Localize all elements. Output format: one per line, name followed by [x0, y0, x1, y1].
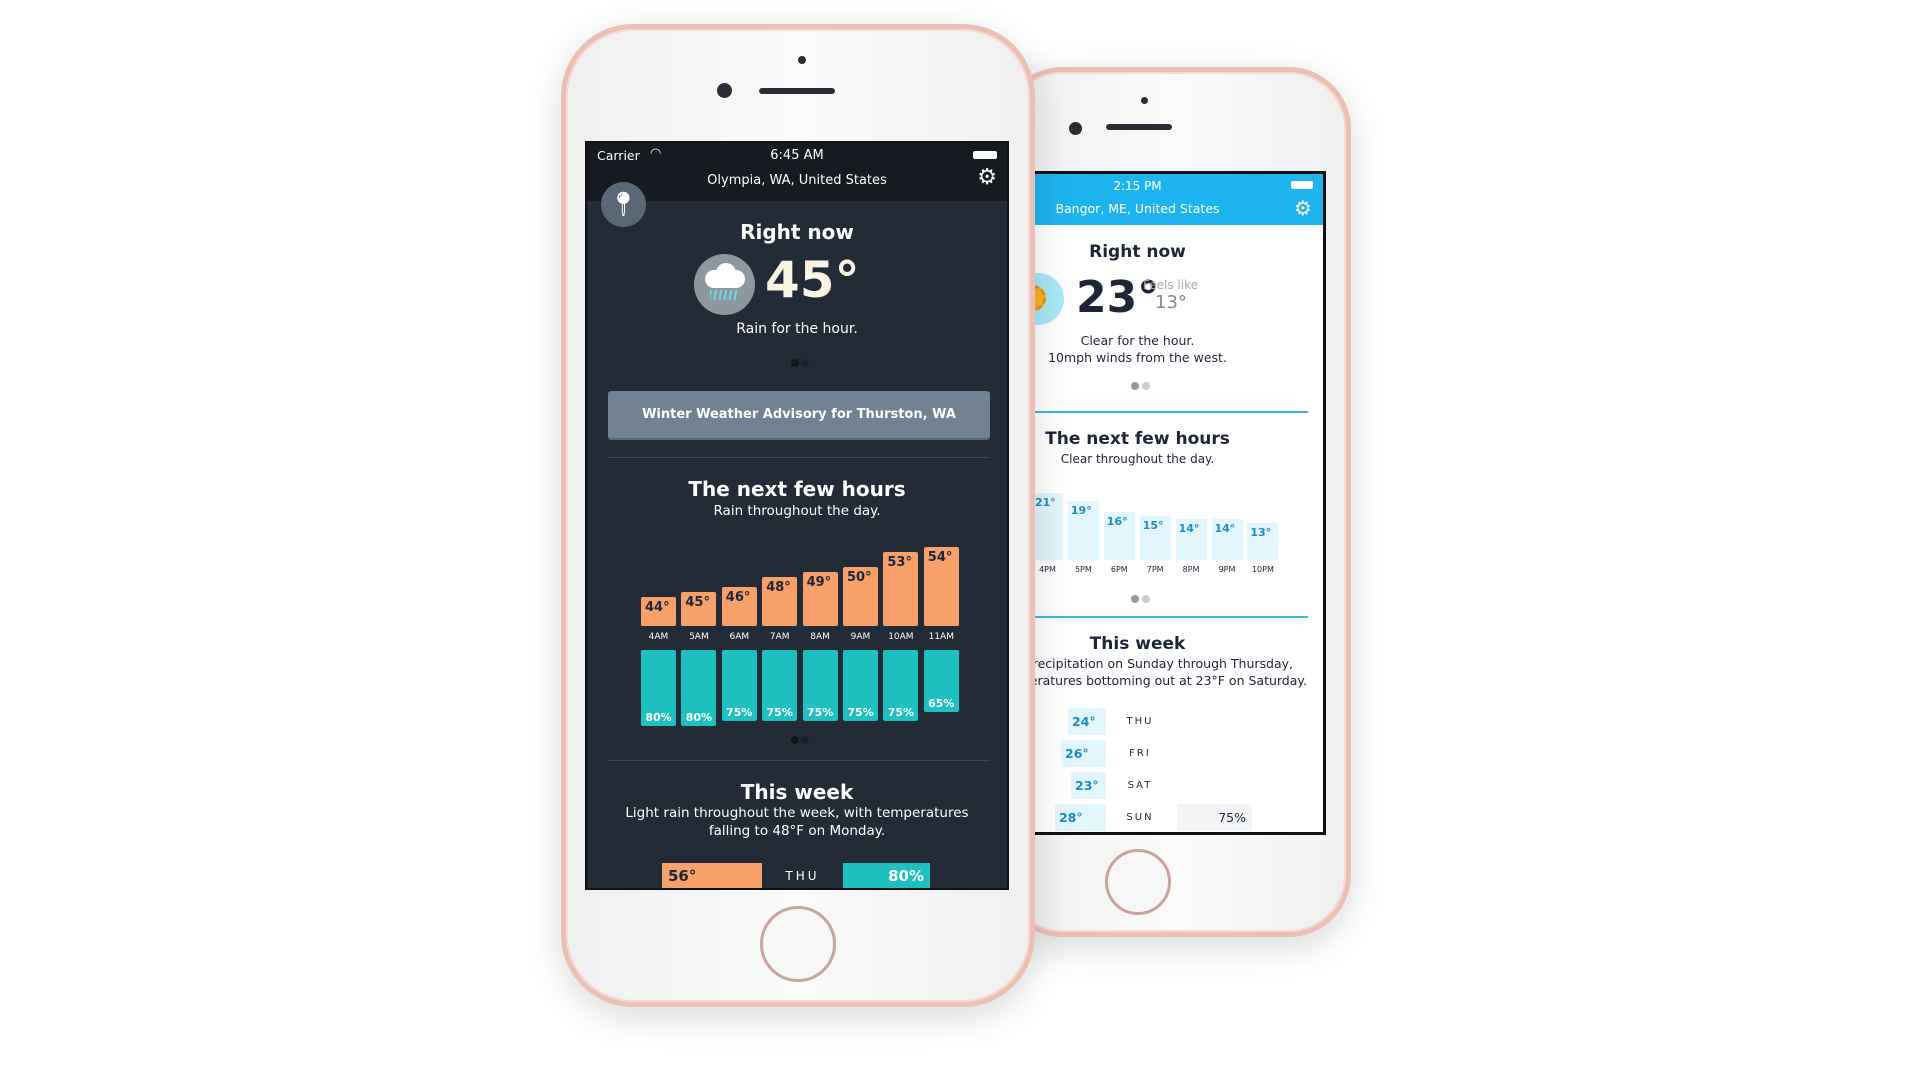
precip-bar: 80% [641, 650, 676, 726]
week-day-label: SAT [1127, 780, 1153, 791]
precip-bar: 80% [681, 650, 717, 726]
week-precip-bar: 80% [843, 863, 930, 888]
week-day-label: THU [1126, 716, 1154, 727]
hourly-chart: 44° 4AM 80% 45° 5AM 80% 46° 6AM 75% 48° 7AM 75% 49° 8… [587, 143, 1007, 888]
divider [608, 760, 990, 761]
temp-bar: 46° [721, 587, 757, 626]
sensor [798, 56, 806, 64]
temp-bar: 49° [802, 572, 838, 626]
front-camera [1069, 122, 1082, 135]
week-day-label: SUN [1126, 812, 1154, 823]
hour-label: 8AM [810, 632, 830, 642]
precip-bar: 75% [843, 650, 878, 722]
precip-bar: 75% [762, 650, 798, 722]
hour-label: 5AM [689, 632, 709, 642]
week-day-label: THU [785, 869, 820, 883]
week-summary-1: Light rain throughout the week, with tem… [625, 805, 969, 821]
home-button[interactable] [1105, 849, 1171, 915]
temp-bar: 45° [681, 592, 717, 626]
precip-bar: 65% [923, 650, 959, 712]
sensor [1141, 97, 1148, 104]
week-day-label: FRI [1129, 748, 1151, 759]
page-dot-active[interactable] [791, 736, 799, 744]
front-camera [717, 83, 732, 98]
week-temp-bar: 23° [1071, 772, 1106, 799]
week-temp-bar: 28° [1055, 804, 1106, 831]
precip-bar: 75% [802, 650, 838, 722]
week-temp-bar: 26° [1061, 740, 1106, 767]
front-screen: Carrier ◠ 6:45 AM Olympia, WA, United St… [585, 141, 1009, 890]
hour-label: 7AM [769, 632, 790, 642]
home-button[interactable] [760, 906, 836, 982]
precip-bar: 75% [721, 650, 757, 722]
hour-label: 11AM [928, 632, 954, 642]
hour-label: 6AM [729, 632, 750, 642]
week-temp-bar: 24° [1068, 708, 1106, 735]
precip-bar: 75% [883, 650, 919, 722]
week-summary-2: falling to 48°F on Monday. [708, 823, 886, 839]
week-title: This week [740, 780, 854, 804]
temp-bar: 48° [762, 577, 798, 626]
page-dot[interactable] [801, 736, 809, 744]
speaker [759, 88, 835, 94]
week-precip-bar: 75% [1177, 804, 1252, 831]
week-temp-bar: 56° [662, 863, 762, 888]
hour-label: 4AM [648, 632, 669, 642]
temp-bar: 44° [641, 597, 676, 626]
temp-bar: 50° [843, 567, 878, 626]
hour-label: 10AM [888, 632, 914, 642]
temp-bar: 54° [923, 547, 959, 626]
hour-label: 9AM [850, 632, 871, 642]
temp-bar: 53° [883, 552, 919, 626]
speaker [1106, 124, 1172, 130]
